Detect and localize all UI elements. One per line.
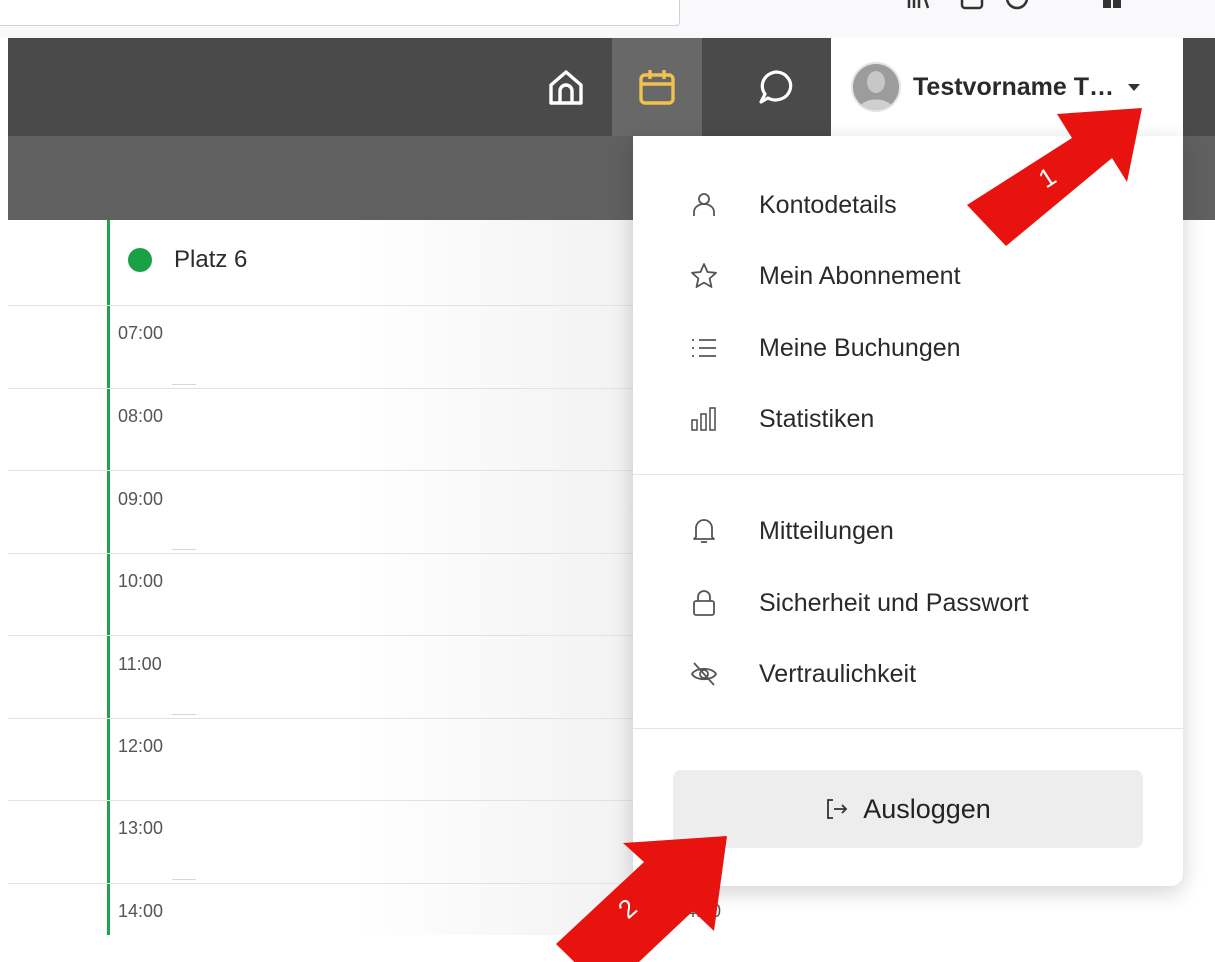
bar-chart-icon: [687, 402, 721, 436]
menu-item-vertraulichkeit[interactable]: Vertraulichkeit: [633, 649, 1183, 699]
url-field[interactable]: [0, 0, 680, 26]
menu-item-abonnement[interactable]: Mein Abonnement: [633, 251, 1183, 301]
hour-divider: [8, 718, 648, 719]
menu-item-sicherheit[interactable]: Sicherheit und Passwort: [633, 578, 1183, 628]
home-icon: [549, 70, 583, 105]
person-silhouette-icon: [853, 64, 899, 110]
hour-divider: [8, 388, 648, 389]
menu-icon[interactable]: [1158, 0, 1182, 10]
half-hour-tick: [172, 549, 196, 550]
hour-divider: [8, 800, 648, 801]
time-label: 12:00: [118, 736, 164, 756]
menu-item-mitteilungen[interactable]: Mitteilungen: [633, 506, 1183, 556]
eye-off-icon: [687, 657, 721, 691]
star-icon: [687, 259, 721, 293]
logout-button[interactable]: Ausloggen: [673, 770, 1143, 848]
hour-divider: [8, 305, 648, 306]
hour-divider: [8, 553, 648, 554]
time-label: 14:00: [118, 901, 164, 921]
calendar-icon: [639, 70, 675, 105]
time-label: 10:00: [118, 571, 164, 591]
menu-label: Mein Abonnement: [759, 261, 961, 290]
chevron-down-icon: [1127, 83, 1140, 91]
menu-label: Mitteilungen: [759, 516, 894, 545]
time-label: 07:00: [118, 323, 164, 343]
user-name: Testvorname T…: [913, 72, 1114, 101]
bell-icon: [687, 514, 721, 548]
half-hour-tick: [172, 879, 196, 880]
half-hour-tick: [172, 714, 196, 715]
court-header[interactable]: Platz 6: [128, 246, 247, 274]
logout-label: Ausloggen: [863, 793, 991, 824]
navbar-edge: [1183, 38, 1215, 136]
nav-chat[interactable]: [732, 38, 822, 136]
user-icon: [687, 188, 721, 222]
menu-divider: [633, 728, 1183, 729]
hour-divider: [8, 470, 648, 471]
court-status-dot: [128, 248, 152, 272]
time-label: 09:00: [118, 489, 164, 509]
calendar-column-background: [108, 220, 648, 935]
user-menu-toggle[interactable]: Testvorname T…: [831, 38, 1183, 136]
half-hour-tick: [172, 384, 196, 385]
account-icon[interactable]: [1005, 0, 1029, 10]
hour-divider: [8, 635, 648, 636]
avatar: [851, 62, 901, 112]
extensions-icon[interactable]: [1100, 0, 1124, 10]
list-icon: [687, 331, 721, 365]
hour-divider: [8, 883, 648, 884]
menu-divider: [633, 474, 1183, 475]
nav-home[interactable]: [521, 38, 611, 136]
menu-item-statistiken[interactable]: Statistiken: [633, 394, 1183, 444]
time-label: 08:00: [118, 406, 164, 426]
time-label: 13:00: [118, 818, 164, 838]
user-dropdown-menu: Kontodetails Mein Abonnement Meine Buchu…: [633, 136, 1183, 886]
time-label: 11:00: [118, 654, 162, 674]
menu-item-kontodetails[interactable]: Kontodetails: [633, 180, 1183, 230]
chat-icon: [759, 70, 793, 104]
nav-calendar[interactable]: [612, 38, 702, 136]
browser-toolbar: [0, 0, 1215, 38]
sidebar-icon[interactable]: [960, 0, 984, 10]
court-name: Platz 6: [174, 246, 248, 273]
menu-item-buchungen[interactable]: Meine Buchungen: [633, 323, 1183, 373]
library-icon[interactable]: [906, 0, 930, 10]
time-label: 14:30: [676, 901, 722, 921]
menu-label: Meine Buchungen: [759, 333, 961, 362]
logout-icon: [827, 799, 848, 819]
menu-label: Statistiken: [759, 404, 875, 433]
page-bottom: [0, 935, 1215, 962]
menu-label: Vertraulichkeit: [759, 659, 917, 688]
court-column-divider: [107, 220, 110, 935]
menu-label: Sicherheit und Passwort: [759, 588, 1029, 617]
lock-icon: [687, 586, 721, 620]
menu-label: Kontodetails: [759, 190, 897, 219]
